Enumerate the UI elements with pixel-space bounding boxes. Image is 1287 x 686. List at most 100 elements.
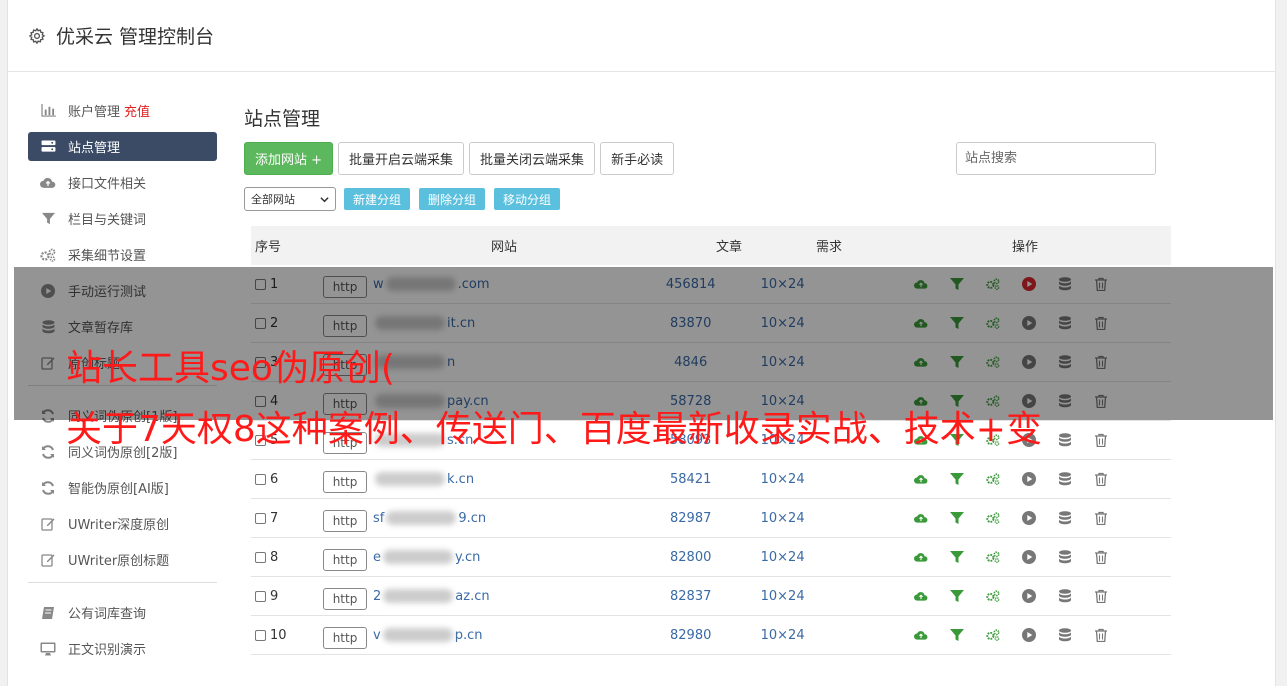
delete-group-button[interactable]: 删除分组 <box>419 188 486 210</box>
database-icon[interactable] <box>1047 628 1083 642</box>
play-icon[interactable] <box>1011 589 1047 603</box>
row-checkbox[interactable] <box>255 512 266 524</box>
play-icon[interactable] <box>1011 628 1047 642</box>
cogs-icon[interactable] <box>975 472 1011 486</box>
need-value[interactable]: 10×24 <box>737 472 829 487</box>
sidebar-item-12[interactable]: UWriter深度原创 <box>28 509 217 538</box>
cogs-icon[interactable] <box>975 589 1011 603</box>
trash-icon[interactable] <box>1083 550 1119 564</box>
database-icon[interactable] <box>1047 433 1083 447</box>
sidebar-item-15[interactable]: 正文识别演示 <box>28 634 217 663</box>
overlay-line-2: 关于7天权8这种案例、传送门、百度最新收录实战、技术+变 <box>66 409 1042 450</box>
article-count[interactable]: 82837 <box>645 589 737 604</box>
cogs-icon[interactable] <box>975 628 1011 642</box>
domain-suffix[interactable]: k.cn <box>447 472 474 487</box>
sidebar-item-14[interactable]: 公有词库查询 <box>28 598 217 627</box>
row-checkbox[interactable] <box>255 551 266 563</box>
sidebar-item-2[interactable]: 站点管理 <box>28 132 217 161</box>
filter-icon[interactable] <box>939 589 975 603</box>
domain-prefix[interactable]: e <box>373 550 381 565</box>
ops-cell <box>829 589 1171 603</box>
filter-icon[interactable] <box>939 628 975 642</box>
sidebar-item-11[interactable]: 智能伪原创[AI版] <box>28 473 217 502</box>
bar-chart-icon <box>38 104 58 117</box>
domain-prefix[interactable]: 2 <box>373 589 381 604</box>
filter-icon[interactable] <box>939 511 975 525</box>
domain-suffix[interactable]: p.cn <box>455 628 483 643</box>
play-icon[interactable] <box>1011 550 1047 564</box>
need-value[interactable]: 10×24 <box>737 550 829 565</box>
cloud-upload-icon[interactable] <box>903 589 939 603</box>
cloud-upload-icon[interactable] <box>903 511 939 525</box>
sidebar-item-4[interactable]: 栏目与关键词 <box>28 204 217 233</box>
trash-icon[interactable] <box>1083 472 1119 486</box>
database-icon[interactable] <box>1047 550 1083 564</box>
need-value[interactable]: 10×24 <box>737 628 829 643</box>
need-value[interactable]: 10×24 <box>737 589 829 604</box>
cloud-upload-icon[interactable] <box>903 472 939 486</box>
ops-cell <box>829 511 1171 525</box>
header-site: 网站 <box>490 240 517 255</box>
article-count[interactable]: 82987 <box>645 511 737 526</box>
trash-icon[interactable] <box>1083 589 1119 603</box>
filter-icon[interactable] <box>939 550 975 564</box>
toolbar: 添加网站 + 批量开启云端采集 批量关闭云端采集 新手必读 <box>244 142 1164 175</box>
sidebar-item-5[interactable]: 采集细节设置 <box>28 240 217 269</box>
sidebar-item-1[interactable]: 账户管理 充值 <box>28 96 217 125</box>
trash-icon[interactable] <box>1083 628 1119 642</box>
cogs-icon[interactable] <box>975 550 1011 564</box>
row-number: 9 <box>270 588 279 604</box>
new-group-button[interactable]: 新建分组 <box>344 188 411 210</box>
table-row: 7 http sf 9.cn 82987 10×24 <box>251 499 1171 538</box>
domain-prefix[interactable]: v <box>373 628 381 643</box>
batch-close-cloud-button[interactable]: 批量关闭云端采集 <box>469 142 596 175</box>
recharge-link[interactable]: 充值 <box>124 101 150 120</box>
domain-prefix[interactable]: sf <box>373 511 384 526</box>
group-select-value: 全部网站 <box>251 193 295 206</box>
row-checkbox[interactable] <box>255 473 266 485</box>
play-icon[interactable] <box>1011 472 1047 486</box>
site-cell: http k.cn <box>323 465 645 493</box>
sidebar-item-label: 采集细节设置 <box>68 249 147 264</box>
domain-suffix[interactable]: az.cn <box>455 589 489 604</box>
sidebar-item-3[interactable]: 接口文件相关 <box>28 168 217 197</box>
sidebar-item-label: 智能伪原创[AI版] <box>68 482 169 497</box>
trash-icon[interactable] <box>1083 433 1119 447</box>
domain-suffix[interactable]: 9.cn <box>458 511 486 526</box>
cogs-icon[interactable] <box>975 511 1011 525</box>
protocol-badge: http <box>323 549 368 571</box>
table-row: 10 http v p.cn 82980 10×24 <box>251 616 1171 655</box>
site-search-input[interactable] <box>956 142 1156 175</box>
group-select[interactable]: 全部网站 <box>244 187 336 211</box>
article-count[interactable]: 58421 <box>645 472 737 487</box>
cloud-upload-icon[interactable] <box>903 550 939 564</box>
refresh-icon <box>38 444 58 459</box>
guide-button[interactable]: 新手必读 <box>600 142 675 175</box>
trash-icon[interactable] <box>1083 511 1119 525</box>
add-site-button[interactable]: 添加网站 + <box>244 142 334 175</box>
sidebar-item-13[interactable]: UWriter原创标题 <box>28 545 217 574</box>
cogs-icon <box>38 248 58 262</box>
site-cell: http v p.cn <box>323 621 645 649</box>
play-icon[interactable] <box>1011 511 1047 525</box>
need-value[interactable]: 10×24 <box>737 511 829 526</box>
filter-icon[interactable] <box>939 472 975 486</box>
filter-icon <box>38 212 58 225</box>
cloud-upload-icon[interactable] <box>903 628 939 642</box>
move-group-button[interactable]: 移动分组 <box>494 188 561 210</box>
desktop-icon <box>38 642 58 656</box>
database-icon[interactable] <box>1047 589 1083 603</box>
sidebar-item-label: 栏目与关键词 <box>68 213 147 228</box>
sidebar-divider <box>28 582 217 583</box>
sidebar-item-label: 账户管理 <box>68 105 121 120</box>
row-number: 10 <box>270 627 287 643</box>
domain-suffix[interactable]: y.cn <box>455 550 480 565</box>
article-count[interactable]: 82980 <box>645 628 737 643</box>
database-icon[interactable] <box>1047 511 1083 525</box>
row-checkbox[interactable] <box>255 590 266 602</box>
database-icon[interactable] <box>1047 472 1083 486</box>
row-number-cell: 6 <box>251 472 323 487</box>
row-checkbox[interactable] <box>255 629 266 641</box>
batch-open-cloud-button[interactable]: 批量开启云端采集 <box>338 142 465 175</box>
article-count[interactable]: 82800 <box>645 550 737 565</box>
